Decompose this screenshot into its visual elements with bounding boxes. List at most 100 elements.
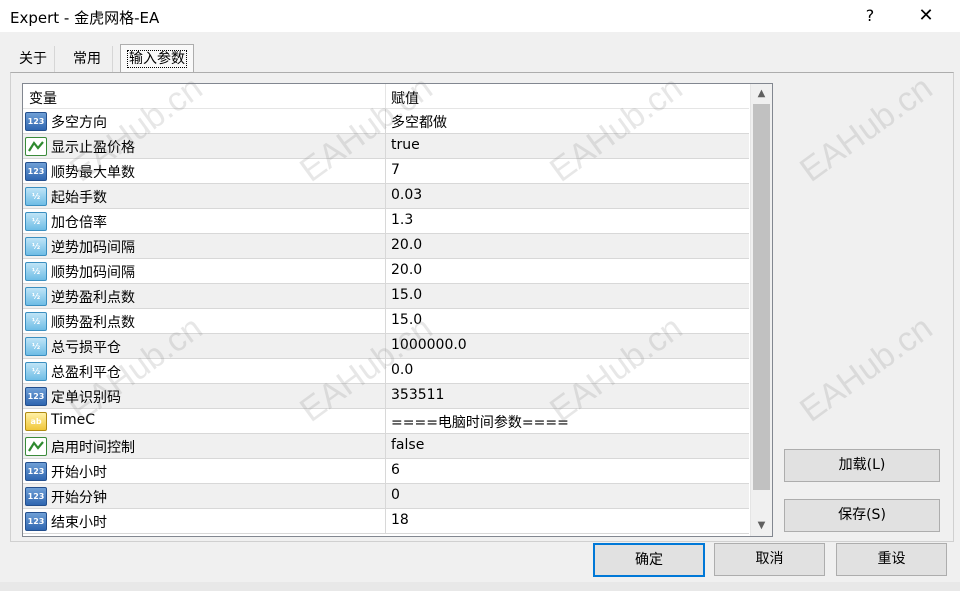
parameter-name: 逆势盈利点数	[51, 290, 135, 306]
cell-divider	[385, 209, 386, 233]
parameter-row[interactable]: 123 顺势最大单数 7	[23, 159, 749, 184]
parameter-row[interactable]: ½ 顺势加码间隔 20.0	[23, 259, 749, 284]
boolean-icon	[25, 137, 47, 156]
parameter-value[interactable]: 6	[391, 462, 400, 478]
help-button[interactable]: ?	[852, 4, 888, 28]
scroll-thumb[interactable]	[753, 104, 770, 490]
double-icon: ½	[25, 287, 47, 306]
parameter-row[interactable]: 123 多空方向 多空都做	[23, 109, 749, 134]
parameter-name: 总盈利平仓	[51, 365, 121, 381]
cell-divider	[385, 134, 386, 158]
parameter-name: 加仓倍率	[51, 215, 107, 231]
parameter-value[interactable]: true	[391, 137, 420, 153]
parameter-row[interactable]: ½ 总亏损平仓 1000000.0	[23, 334, 749, 359]
parameter-value[interactable]: 20.0	[391, 237, 422, 253]
cancel-button[interactable]: 取消	[714, 543, 825, 576]
tab-inputs[interactable]: 输入参数	[120, 44, 194, 73]
parameter-name: 逆势加码间隔	[51, 240, 135, 256]
parameter-name: 定单识别码	[51, 390, 121, 406]
parameter-value[interactable]: 18	[391, 512, 409, 528]
tab-inputs-label: 输入参数	[127, 50, 187, 68]
parameter-value[interactable]: 15.0	[391, 287, 422, 303]
background-strip	[0, 582, 960, 591]
double-icon: ½	[25, 187, 47, 206]
parameter-name: 开始小时	[51, 465, 107, 481]
boolean-icon	[25, 437, 47, 456]
integer-icon: 123	[25, 162, 47, 181]
cell-divider	[385, 359, 386, 383]
cell-divider	[385, 384, 386, 408]
parameter-name: 启用时间控制	[51, 440, 135, 456]
parameter-name: 起始手数	[51, 190, 107, 206]
parameter-value[interactable]: 7	[391, 162, 400, 178]
scroll-down-arrow[interactable]: ▼	[751, 516, 772, 536]
cell-divider	[385, 109, 386, 133]
parameter-row[interactable]: ½ 顺势盈利点数 15.0	[23, 309, 749, 334]
parameter-value[interactable]: 1.3	[391, 212, 413, 228]
parameter-row[interactable]: 启用时间控制 false	[23, 434, 749, 459]
tab-about[interactable]: 关于	[12, 46, 55, 72]
grid-header: 变量 赋值	[23, 84, 749, 109]
window-title: Expert - 金虎网格-EA	[10, 9, 160, 27]
parameter-value[interactable]: 20.0	[391, 262, 422, 278]
integer-icon: 123	[25, 387, 47, 406]
parameter-value[interactable]: 353511	[391, 387, 444, 403]
parameter-value[interactable]: 0	[391, 487, 400, 503]
ok-button[interactable]: 确定	[593, 543, 705, 577]
parameter-row[interactable]: 123 定单识别码 353511	[23, 384, 749, 409]
parameter-row[interactable]: ½ 总盈利平仓 0.0	[23, 359, 749, 384]
parameter-name: 顺势加码间隔	[51, 265, 135, 281]
parameters-grid: 变量 赋值 123 多空方向 多空都做 显示止盈价格 true 123 顺势最大单数 7 ½ 起始…	[22, 83, 773, 537]
cell-divider	[385, 259, 386, 283]
parameter-name: TimeC	[51, 412, 96, 428]
scroll-up-arrow[interactable]: ▲	[751, 84, 772, 104]
parameter-name: 总亏损平仓	[51, 340, 121, 356]
vertical-scrollbar[interactable]: ▲ ▼	[750, 84, 772, 536]
column-divider[interactable]	[385, 84, 386, 108]
integer-icon: 123	[25, 462, 47, 481]
parameter-name: 显示止盈价格	[51, 140, 135, 156]
parameter-row[interactable]: ½ 逆势加码间隔 20.0	[23, 234, 749, 259]
cell-divider	[385, 334, 386, 358]
column-header-variable[interactable]: 变量	[29, 88, 57, 108]
parameter-name: 结束小时	[51, 515, 107, 531]
parameter-value[interactable]: 1000000.0	[391, 337, 467, 353]
cell-divider	[385, 484, 386, 508]
parameter-value[interactable]: 多空都做	[391, 112, 447, 132]
parameter-value[interactable]: 15.0	[391, 312, 422, 328]
reset-button[interactable]: 重设	[836, 543, 947, 576]
parameter-value[interactable]: false	[391, 437, 424, 453]
parameter-value[interactable]: 0.0	[391, 362, 413, 378]
cell-divider	[385, 409, 386, 433]
parameter-row[interactable]: ½ 加仓倍率 1.3	[23, 209, 749, 234]
parameter-row[interactable]: 显示止盈价格 true	[23, 134, 749, 159]
parameter-name: 顺势盈利点数	[51, 315, 135, 331]
cell-divider	[385, 309, 386, 333]
double-icon: ½	[25, 362, 47, 381]
cell-divider	[385, 184, 386, 208]
parameter-rows: 123 多空方向 多空都做 显示止盈价格 true 123 顺势最大单数 7 ½ 起始手数 0.03…	[23, 109, 749, 534]
parameter-row[interactable]: 123 开始小时 6	[23, 459, 749, 484]
string-icon: ab	[25, 412, 47, 431]
load-button[interactable]: 加载(L)	[784, 449, 940, 482]
cell-divider	[385, 159, 386, 183]
title-bar: Expert - 金虎网格-EA ? ✕	[0, 0, 960, 32]
cell-divider	[385, 284, 386, 308]
parameter-row[interactable]: ½ 起始手数 0.03	[23, 184, 749, 209]
parameter-row[interactable]: 123 开始分钟 0	[23, 484, 749, 509]
double-icon: ½	[25, 237, 47, 256]
parameter-value[interactable]: 0.03	[391, 187, 422, 203]
parameter-name: 多空方向	[51, 115, 107, 131]
close-button[interactable]: ✕	[908, 4, 944, 28]
double-icon: ½	[25, 262, 47, 281]
tab-common[interactable]: 常用	[62, 46, 113, 72]
save-button[interactable]: 保存(S)	[784, 499, 940, 532]
double-icon: ½	[25, 212, 47, 231]
parameter-value[interactable]: ====电脑时间参数====	[391, 412, 569, 432]
column-header-value[interactable]: 赋值	[391, 88, 419, 108]
double-icon: ½	[25, 312, 47, 331]
parameter-row[interactable]: ab TimeC ====电脑时间参数====	[23, 409, 749, 434]
parameter-row[interactable]: 123 结束小时 18	[23, 509, 749, 534]
integer-icon: 123	[25, 512, 47, 531]
parameter-row[interactable]: ½ 逆势盈利点数 15.0	[23, 284, 749, 309]
